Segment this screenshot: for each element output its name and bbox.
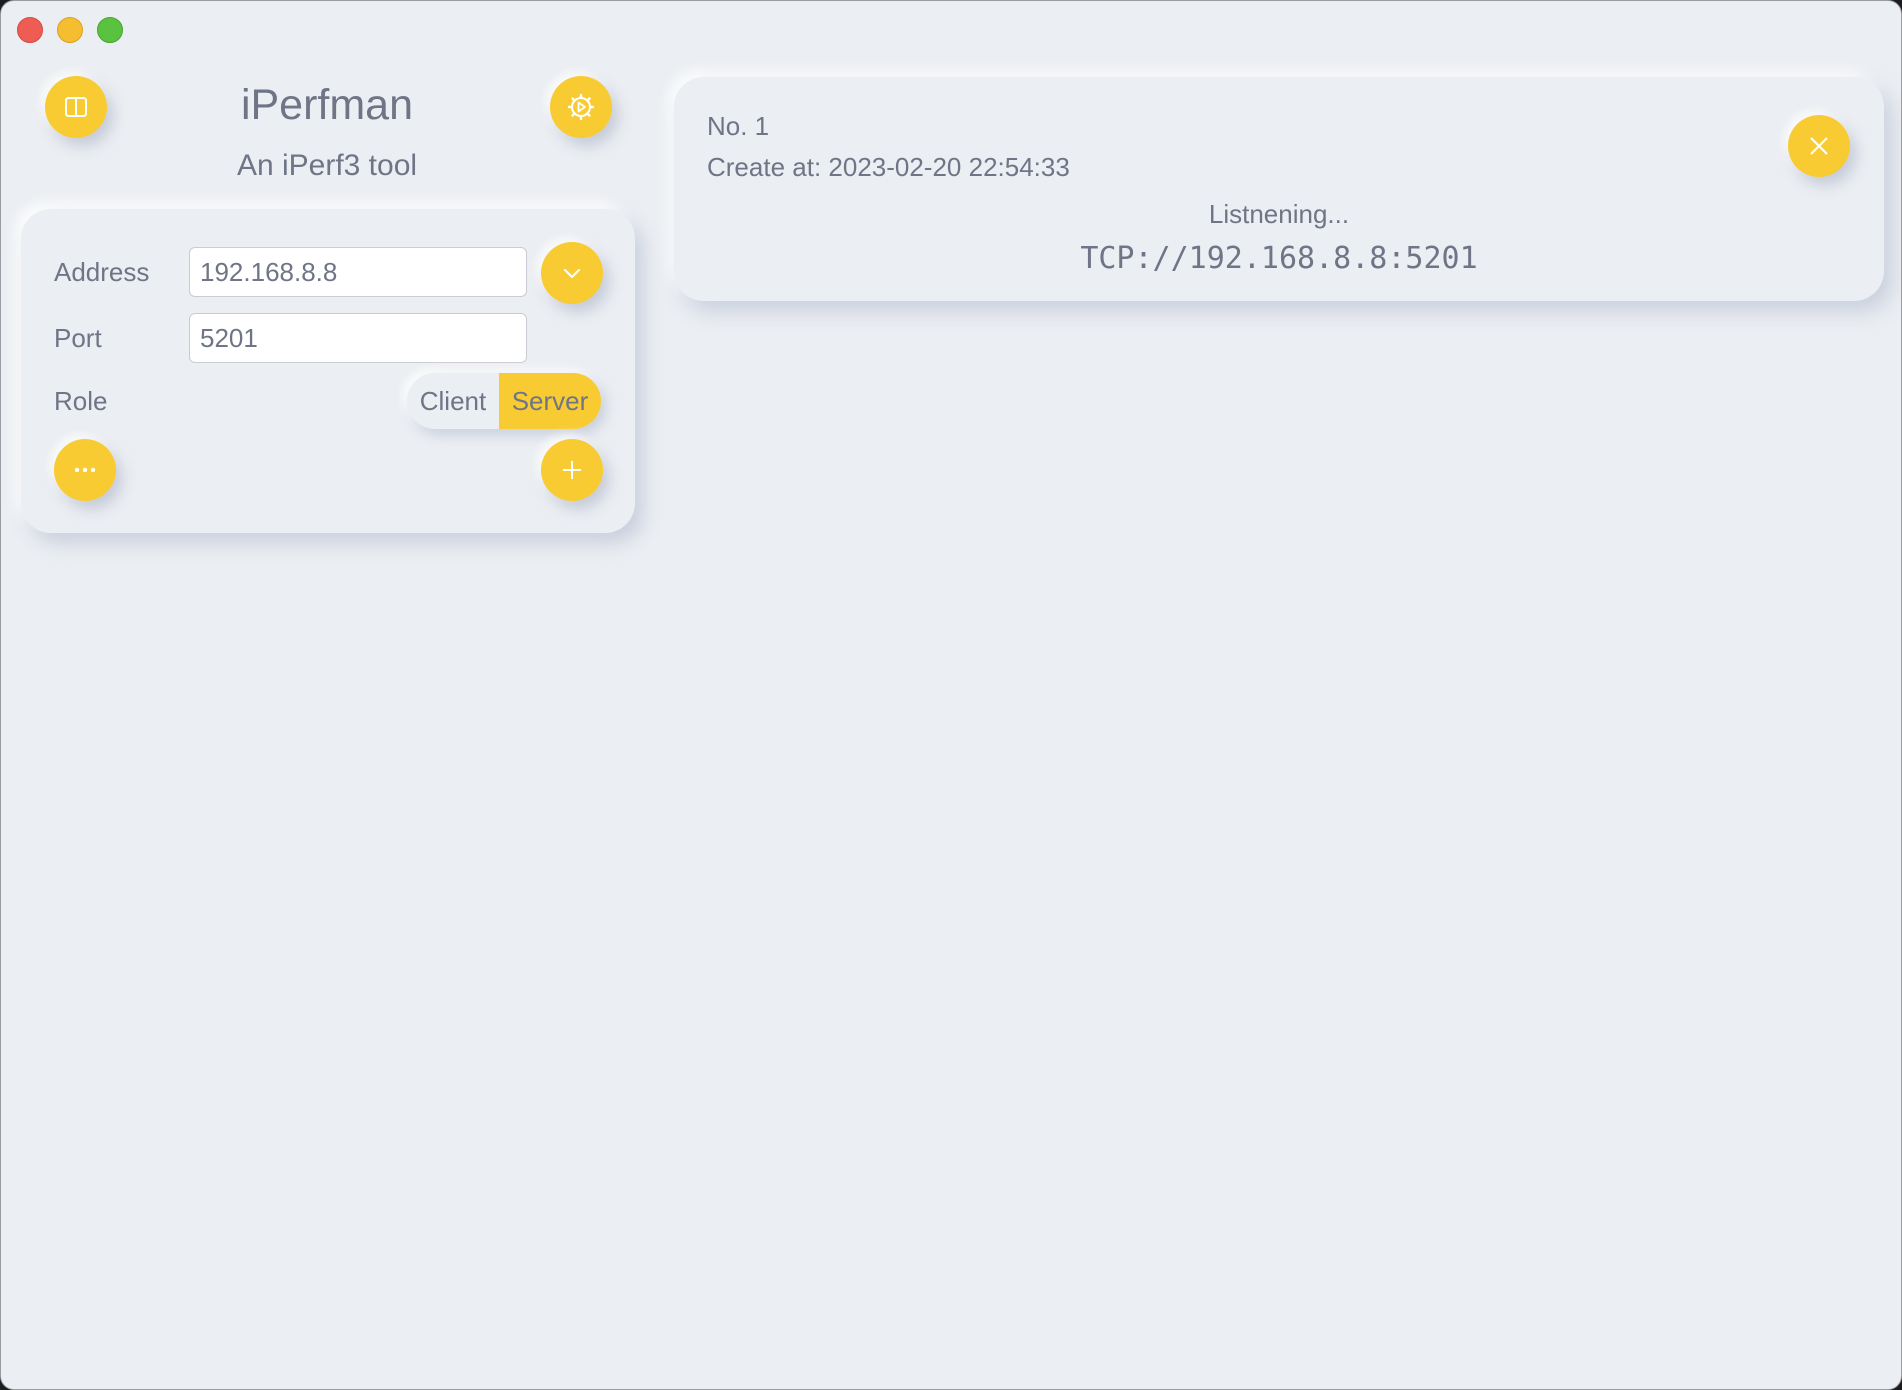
role-option-client[interactable]: Client [407, 373, 499, 429]
address-input[interactable] [189, 247, 527, 297]
session-created-at: Create at: 2023-02-20 22:54:33 [707, 152, 1070, 182]
session-number: No. 1 [707, 111, 770, 141]
close-icon [1810, 137, 1828, 155]
window-close-button[interactable] [17, 17, 43, 43]
address-history-button[interactable] [541, 242, 603, 304]
settings-button[interactable] [550, 76, 612, 138]
session-close-button[interactable] [1788, 115, 1850, 177]
session-card: No. 1 Create at: 2023-02-20 22:54:33 Lis… [674, 77, 1884, 301]
role-label: Role [54, 386, 108, 416]
window-minimize-button[interactable] [57, 17, 83, 43]
add-session-button[interactable] [541, 439, 603, 501]
session-url: TCP://192.168.8.8:5201 [1080, 241, 1478, 276]
window-maximize-button[interactable] [97, 17, 123, 43]
role-option-server[interactable]: Server [499, 373, 601, 429]
app-subtitle: An iPerf3 tool [236, 149, 418, 182]
address-label: Address [54, 257, 150, 287]
gear-icon [567, 93, 595, 121]
session-status: Listnening... [1208, 199, 1350, 229]
chevron-down-icon [563, 268, 581, 279]
plus-icon [563, 461, 581, 479]
more-options-button[interactable] [54, 439, 116, 501]
role-segmented-control: Client Server [407, 373, 601, 429]
port-input[interactable] [189, 313, 527, 363]
app-window: iPerfman An iPerf3 tool Address Port [0, 0, 1902, 1390]
ellipsis-icon [74, 467, 96, 473]
app-title: iPerfman [240, 81, 414, 129]
port-label: Port [54, 323, 102, 353]
